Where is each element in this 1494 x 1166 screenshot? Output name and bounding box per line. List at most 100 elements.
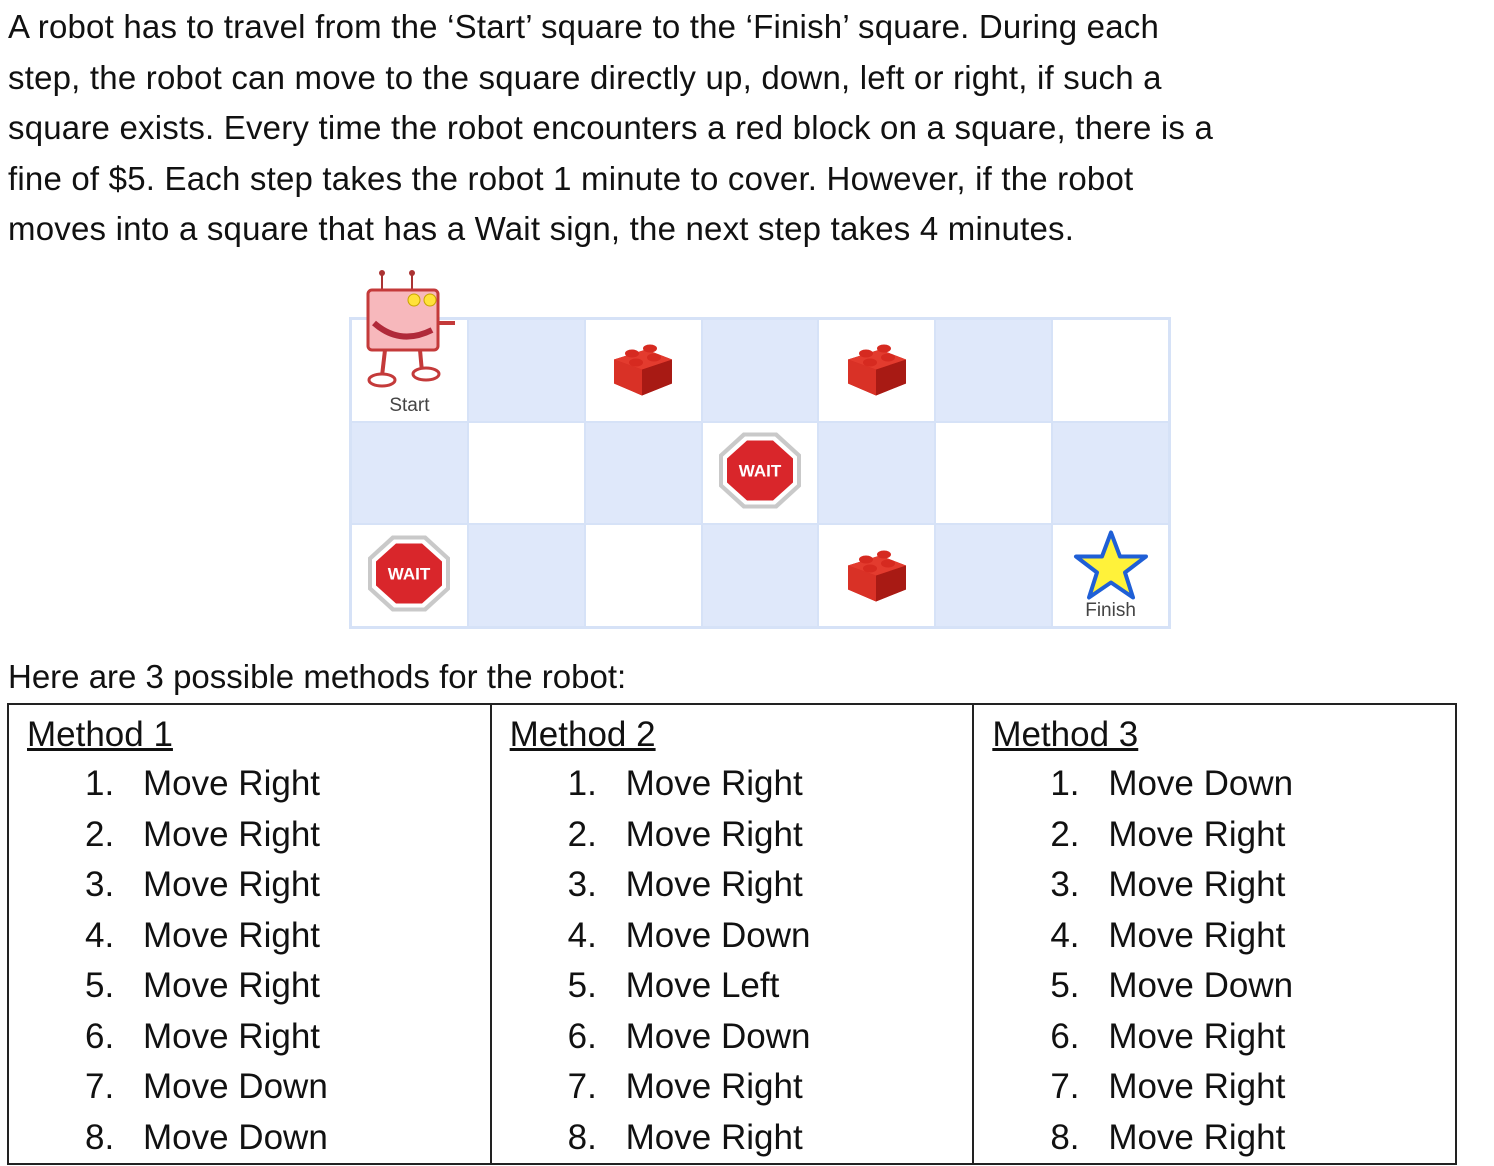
board-cell [584, 319, 702, 422]
step-text: Move Right [143, 814, 321, 854]
red-block-icon [844, 338, 910, 403]
step-number: 8. [1050, 1117, 1080, 1157]
method-step: 3. Move Right [1050, 860, 1455, 911]
star-icon [1073, 529, 1149, 606]
red-block-icon [610, 338, 676, 403]
step-number: 2. [85, 814, 115, 854]
wait-sign-icon: WAIT [717, 430, 803, 515]
step-text: Move Down [1108, 966, 1294, 1005]
step-number: 6. [85, 1016, 115, 1056]
step-number: 5. [1050, 966, 1080, 1005]
board-cell [818, 421, 936, 525]
board-cell: WAIT [351, 524, 468, 627]
step-number: 1. [1050, 764, 1080, 803]
step-number: 7. [567, 1067, 597, 1106]
method-step: 8. Move Down [85, 1113, 490, 1164]
finish-label: Finish [1085, 599, 1136, 621]
method-step: 6. Move Down [568, 1012, 973, 1063]
intro-line: A robot has to travel from the ‘Start’ s… [8, 8, 1159, 45]
board-cell [584, 421, 702, 525]
method-step: 5. Move Down [1050, 961, 1455, 1012]
step-text: Move Right [625, 1117, 803, 1157]
method-step: 6. Move Right [1050, 1012, 1455, 1063]
intro-line: step, the robot can move to the square d… [8, 58, 1162, 96]
intro-line: fine of $5. Each step takes the robot 1 … [8, 159, 1134, 197]
board-cell [467, 524, 585, 627]
method-step: 5. Move Left [568, 961, 973, 1012]
step-text: Move Right [1108, 865, 1286, 904]
step-text: Move Right [625, 865, 803, 904]
step-number: 4. [567, 915, 597, 955]
board-cell [351, 421, 468, 525]
method-title: Method 3 [992, 715, 1139, 754]
board-cell [935, 524, 1053, 627]
step-number: 3. [1050, 865, 1080, 904]
step-text: Move Right [1108, 1067, 1286, 1106]
board-cell: Finish [1052, 524, 1169, 627]
step-text: Move Left [625, 966, 780, 1005]
problem-statement: A robot has to travel from the ‘Start’ s… [8, 2, 1494, 255]
step-number: 3. [567, 865, 597, 904]
step-text: Move Down [143, 1067, 328, 1106]
step-number: 7. [1050, 1067, 1080, 1106]
board-cell [1052, 421, 1169, 525]
method-title: Method 2 [509, 715, 656, 754]
svg-text:WAIT: WAIT [739, 461, 782, 480]
step-number: 1. [567, 764, 597, 803]
board-cell [701, 319, 819, 422]
board-cell [818, 524, 936, 627]
step-text: Move Right [625, 764, 803, 803]
method-step: 8. Move Right [568, 1113, 973, 1164]
method-step: 4. Move Down [568, 911, 973, 962]
step-number: 2. [1050, 814, 1080, 854]
board-cell [935, 421, 1053, 525]
step-text: Move Right [143, 915, 321, 955]
method-step: 7. Move Down [85, 1062, 490, 1113]
step-number: 4. [1050, 915, 1080, 955]
method-title: Method 1 [27, 715, 173, 754]
board-cell [467, 319, 585, 422]
step-number: 8. [85, 1117, 115, 1157]
step-number: 3. [85, 865, 115, 904]
game-board: Start WAIT WAIT Finish [349, 317, 1171, 629]
board-cell [584, 524, 702, 627]
red-block-icon [844, 543, 910, 608]
step-text: Move Down [1108, 764, 1294, 803]
board-cell [818, 319, 936, 422]
step-text: Move Right [625, 814, 803, 854]
step-number: 2. [567, 814, 597, 854]
method-steps: 1. Move Right 2. Move Right 3. Move Right 4. Mo… [510, 759, 973, 1163]
step-number: 6. [1050, 1016, 1080, 1056]
step-number: 5. [85, 966, 115, 1005]
method-step: 2. Move Right [568, 810, 973, 861]
step-number: 5. [567, 966, 597, 1005]
method-step: 7. Move Right [1050, 1062, 1455, 1113]
svg-text:WAIT: WAIT [388, 564, 431, 583]
intro-line: moves into a square that has a Wait sign… [8, 210, 1075, 247]
step-number: 8. [567, 1117, 597, 1157]
method-step: 1. Move Right [85, 759, 490, 810]
step-number: 6. [567, 1016, 597, 1056]
method-step: 3. Move Right [85, 860, 490, 911]
robot-icon [366, 270, 455, 388]
step-number: 4. [85, 915, 115, 955]
methods-row: Method 1 1. Move Right 2. Move Right 3. Move R… [7, 703, 1457, 1165]
method-steps: 1. Move Right 2. Move Right 3. Move Right 4. Mo… [27, 759, 490, 1163]
step-text: Move Right [143, 966, 321, 1005]
methods-table: Method 1 1. Move Right 2. Move Right 3. Move R… [7, 703, 1457, 1165]
step-text: Move Right [625, 1067, 803, 1106]
method-step: 1. Move Down [1050, 759, 1455, 810]
step-text: Move Right [1108, 1117, 1286, 1157]
method-step: 4. Move Right [1050, 911, 1455, 962]
step-number: 7. [85, 1067, 115, 1106]
method-step: 1. Move Right [568, 759, 973, 810]
board-cell [935, 319, 1053, 422]
methods-caption: Here are 3 possible methods for the robo… [8, 658, 627, 695]
step-text: Move Down [625, 1016, 811, 1056]
method-column: Method 1 1. Move Right 2. Move Right 3. Move R… [7, 703, 492, 1165]
step-text: Move Down [143, 1117, 328, 1157]
step-number: 1. [85, 764, 115, 803]
method-step: 2. Move Right [1050, 810, 1455, 861]
method-step: 7. Move Right [568, 1062, 973, 1113]
step-text: Move Right [143, 865, 321, 904]
